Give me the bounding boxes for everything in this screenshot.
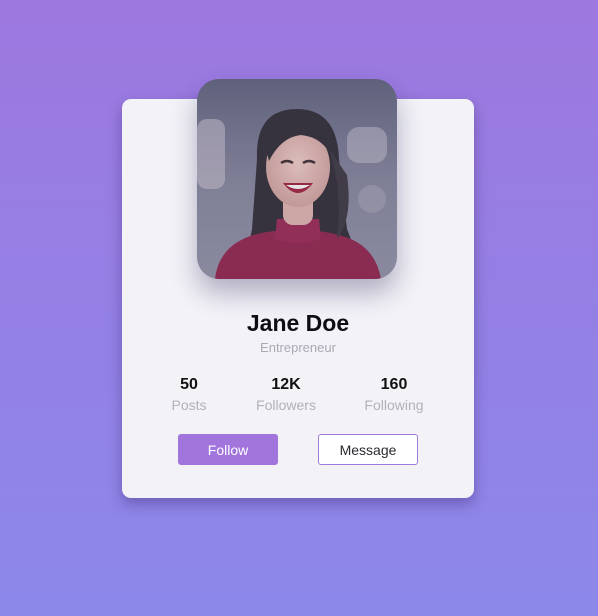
profile-avatar (197, 79, 397, 279)
message-button[interactable]: Message (318, 434, 418, 465)
stat-following: 160 Following (339, 376, 449, 413)
profile-role: Entrepreneur (260, 340, 336, 355)
stat-followers: 12K Followers (231, 376, 341, 413)
stat-posts: 50 Posts (134, 376, 244, 413)
stat-followers-label: Followers (256, 397, 316, 413)
stat-posts-value: 50 (180, 376, 198, 393)
follow-button[interactable]: Follow (178, 434, 278, 465)
stat-following-value: 160 (380, 376, 408, 393)
stat-posts-label: Posts (171, 397, 207, 413)
stat-followers-value: 12K (271, 376, 301, 393)
profile-name: Jane Doe (246, 310, 350, 336)
stat-following-label: Following (364, 397, 424, 413)
